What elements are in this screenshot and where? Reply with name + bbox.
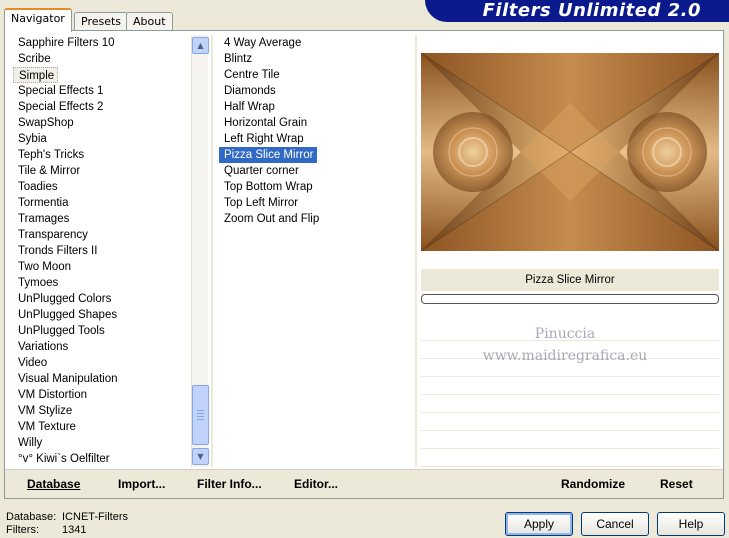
category-item[interactable]: Variations: [13, 339, 189, 355]
category-item[interactable]: Tymoes: [13, 275, 189, 291]
category-item[interactable]: Special Effects 2: [13, 99, 189, 115]
tab-navigator[interactable]: Navigator: [4, 8, 72, 32]
filter-item[interactable]: Centre Tile: [219, 67, 409, 83]
category-item[interactable]: VM Texture: [13, 419, 189, 435]
category-item[interactable]: VM Stylize: [13, 403, 189, 419]
watermark: Pinuccia www.maidiregrafica.eu: [482, 326, 648, 364]
filter-item[interactable]: Quarter corner: [219, 163, 409, 179]
filter-item[interactable]: Top Bottom Wrap: [219, 179, 409, 195]
randomize-button[interactable]: Randomize: [561, 470, 625, 499]
app-title: Filters Unlimited 2.0: [482, 0, 701, 21]
navigator-panel: Sapphire Filters 10 Scribe Simple Special E…: [4, 30, 724, 499]
title-banner: Filters Unlimited 2.0: [425, 0, 729, 22]
scroll-thumb[interactable]: [192, 385, 209, 445]
category-item[interactable]: Scribe: [13, 51, 189, 67]
category-list[interactable]: Sapphire Filters 10 Scribe Simple Special E…: [13, 35, 189, 467]
category-item[interactable]: Willy: [13, 435, 189, 451]
navigator-toolbar: Database Import... Filter Info... Editor…: [5, 469, 723, 498]
category-item[interactable]: Special Effects 1: [13, 83, 189, 99]
category-item[interactable]: UnPlugged Colors: [13, 291, 189, 307]
filter-item[interactable]: Diamonds: [219, 83, 409, 99]
category-item[interactable]: Teph's Tricks: [13, 147, 189, 163]
category-item[interactable]: VM Distortion: [13, 387, 189, 403]
filters-label: Filters:: [6, 524, 39, 536]
divider: [415, 35, 417, 467]
category-item[interactable]: UnPlugged Tools: [13, 323, 189, 339]
database-label: Database:: [6, 511, 57, 523]
tab-presets[interactable]: Presets: [74, 12, 129, 31]
preview-image: [421, 53, 719, 251]
filter-item[interactable]: Top Left Mirror: [219, 195, 409, 211]
filter-item[interactable]: 4 Way Average: [219, 35, 409, 51]
divider: [211, 35, 213, 467]
category-item[interactable]: °v° Kiwi`s Oelfilter: [13, 451, 189, 467]
category-scrollbar[interactable]: ▲ ▼: [191, 35, 209, 467]
filter-list[interactable]: 4 Way Average Blintz Centre Tile Diamonds Ha…: [219, 35, 409, 467]
category-item[interactable]: Sybia: [13, 131, 189, 147]
filter-item[interactable]: Half Wrap: [219, 99, 409, 115]
category-item[interactable]: Visual Manipulation: [13, 371, 189, 387]
filter-item[interactable]: Zoom Out and Flip: [219, 211, 409, 227]
category-item[interactable]: Tile & Mirror: [13, 163, 189, 179]
apply-button[interactable]: Apply: [505, 512, 573, 536]
import-button[interactable]: Import...: [118, 470, 165, 499]
category-item[interactable]: Transparency: [13, 227, 189, 243]
filter-info-button[interactable]: Filter Info...: [197, 470, 262, 499]
category-item[interactable]: Tormentia: [13, 195, 189, 211]
database-value: ICNET-Filters: [62, 511, 128, 523]
category-item[interactable]: Tronds Filters II: [13, 243, 189, 259]
category-item[interactable]: Tramages: [13, 211, 189, 227]
filter-item[interactable]: Horizontal Grain: [219, 115, 409, 131]
status-info: Database: ICNET-Filters Filters: 1341: [6, 511, 128, 537]
filter-item[interactable]: Pizza Slice Mirror: [219, 147, 318, 163]
category-item[interactable]: Toadies: [13, 179, 189, 195]
scroll-down-icon[interactable]: ▼: [192, 448, 209, 465]
category-item[interactable]: UnPlugged Shapes: [13, 307, 189, 323]
database-button[interactable]: Database: [27, 470, 80, 499]
tab-about[interactable]: About: [126, 12, 173, 31]
category-item[interactable]: Sapphire Filters 10: [13, 35, 189, 51]
help-button[interactable]: Help: [657, 512, 725, 536]
category-item[interactable]: SwapShop: [13, 115, 189, 131]
editor-button[interactable]: Editor...: [294, 470, 338, 499]
category-item[interactable]: Two Moon: [13, 259, 189, 275]
selected-filter-name: Pizza Slice Mirror: [421, 269, 719, 291]
filter-item[interactable]: Blintz: [219, 51, 409, 67]
filter-item[interactable]: Left Right Wrap: [219, 131, 409, 147]
category-item[interactable]: Simple: [13, 67, 59, 83]
category-item[interactable]: Video: [13, 355, 189, 371]
reset-button[interactable]: Reset: [660, 470, 693, 499]
scroll-up-icon[interactable]: ▲: [192, 37, 209, 54]
cancel-button[interactable]: Cancel: [581, 512, 649, 536]
filters-count: 1341: [62, 524, 87, 536]
progress-bar: [421, 294, 719, 304]
